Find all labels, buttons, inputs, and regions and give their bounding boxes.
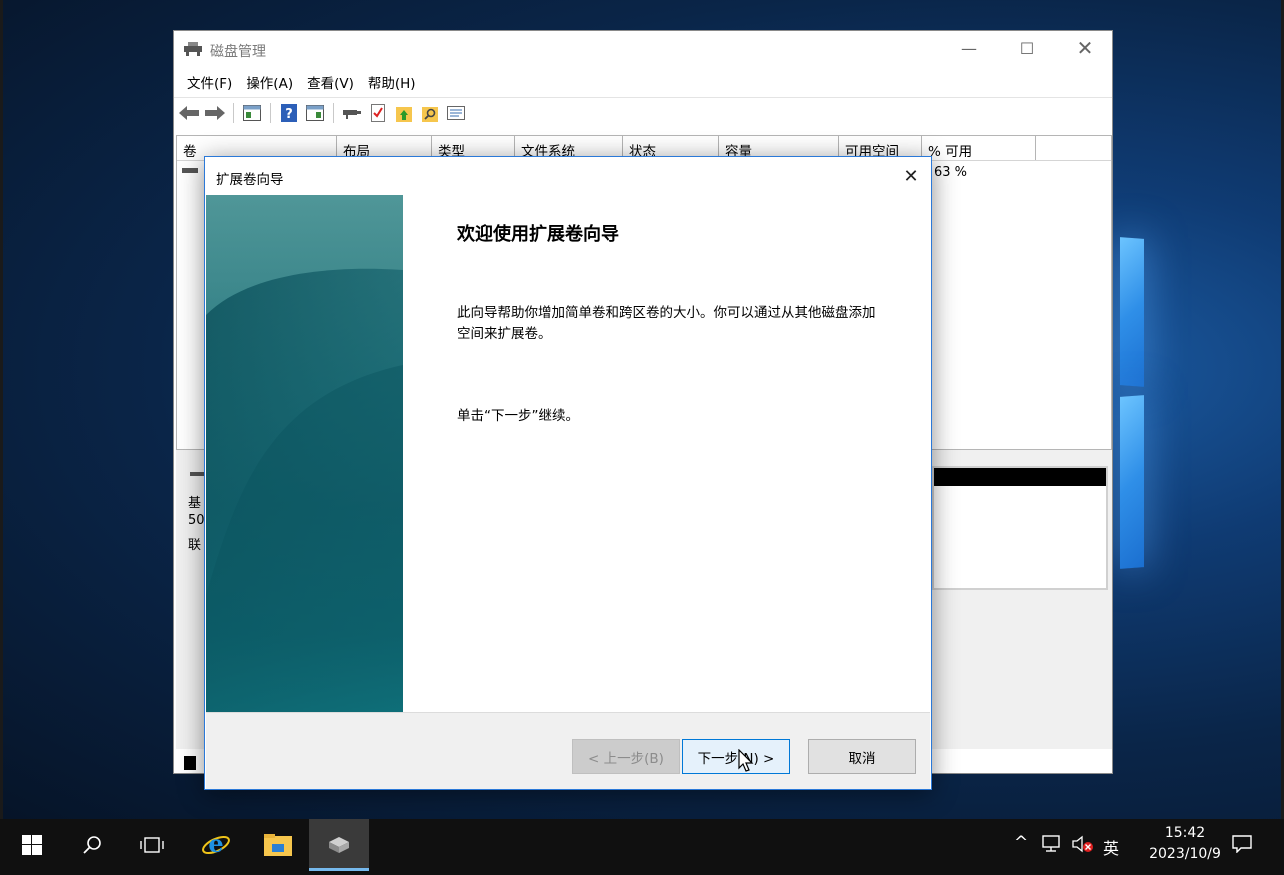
windows-logo-icon [22,835,42,855]
action-center-notification-icon[interactable] [1232,835,1252,858]
wizard-description: 此向导帮助你增加简单卷和跨区卷的大小。你可以通过从其他磁盘添加空间来扩展卷。 [457,305,876,342]
file-explorer-icon [264,834,292,856]
internet-explorer-icon: e [202,831,230,858]
back-button[interactable]: < 上一步(B) [572,739,680,774]
menu-view[interactable]: 查看(V) [300,72,361,92]
wizard-continue-text: 单击“下一步”继续。 [457,408,579,424]
help-icon[interactable]: ? [278,102,300,124]
close-button[interactable]: ✕ [1062,31,1108,65]
window-title: 磁盘管理 [210,44,266,60]
show-hidden-icons-chevron-up-icon[interactable]: ^ [1014,833,1028,853]
minimize-button[interactable]: — [946,31,992,65]
percent-free-value: 63 % [934,165,968,180]
maximize-button[interactable]: ☐ [1004,31,1050,65]
forward-arrow-icon[interactable] [204,102,226,124]
wizard-close-button[interactable]: ✕ [891,157,931,195]
window-titlebar[interactable]: 磁盘管理 — ☐ ✕ [174,31,1112,67]
toolbar: ? [174,97,1112,127]
wizard-banner [206,195,403,712]
disk-type-label: 基 [188,496,202,511]
clock-date: 2023/10/9 [1149,846,1221,862]
console-tree-icon[interactable] [241,102,263,124]
disk-management-icon [329,836,349,853]
action-pane-icon[interactable] [304,102,326,124]
menu-action[interactable]: 操作(A) [239,72,300,92]
legend-swatch [184,756,196,770]
mouse-cursor-icon [738,749,754,772]
start-button[interactable] [2,819,62,871]
banner-wave-graphic [206,195,403,712]
wizard-content: 欢迎使用扩展卷向导 此向导帮助你增加简单卷和跨区卷的大小。你可以通过从其他磁盘添… [403,195,931,712]
connect-disk-icon[interactable] [341,102,363,124]
svg-text:e: e [208,831,223,858]
taskbar-clock[interactable]: 15:42 2023/10/9 [1140,823,1230,865]
column-percent-free[interactable]: % 可用 [922,136,1036,160]
task-view-button[interactable] [122,819,182,871]
file-explorer-button[interactable] [248,819,308,871]
extend-volume-wizard: 扩展卷向导 ✕ 欢迎使用扩展卷向导 此向导帮助你增加简单卷和跨区卷的大小。你可以… [204,156,932,790]
disk-status-label: 联 [188,538,202,553]
back-arrow-icon[interactable] [178,102,200,124]
volume-muted-icon[interactable] [1072,835,1094,858]
disk-management-taskbar-button[interactable] [309,819,369,871]
cancel-button[interactable]: 取消 [808,739,916,774]
toolbar-separator [333,102,334,123]
windows-logo-top-pane [1120,237,1144,387]
volume-drive-icon [182,168,198,173]
wizard-title: 扩展卷向导 [216,172,284,188]
partition-header-strip [934,468,1106,486]
menu-help[interactable]: 帮助(H) [361,72,423,92]
toolbar-separator [270,102,271,123]
disk-management-icon [184,42,202,56]
partition-bar[interactable] [932,466,1108,590]
task-view-icon [140,837,164,853]
internet-explorer-button[interactable]: e [186,819,246,871]
taskbar: e ^ 英 15:42 2023/10/9 [0,819,1284,875]
network-icon[interactable] [1042,835,1062,858]
wizard-titlebar[interactable]: 扩展卷向导 ✕ [205,157,931,195]
menu-file[interactable]: 文件(F) [180,72,239,92]
next-button[interactable]: 下一步(N) > [682,739,790,774]
disk-size-label: 50 [188,513,205,528]
svg-text:?: ? [285,107,293,122]
clock-time: 15:42 [1164,825,1206,841]
menu-bar: 文件(F) 操作(A) 查看(V) 帮助(H) [174,67,1112,97]
windows-logo-bottom-pane [1120,395,1144,569]
wizard-footer: < 上一步(B) 下一步(N) > 取消 [206,712,930,789]
input-method-indicator[interactable]: 英 [1103,835,1119,859]
folder-up-icon[interactable] [393,102,415,124]
toolbar-separator [233,102,234,123]
search-icon [83,836,101,854]
wizard-heading: 欢迎使用扩展卷向导 [457,224,619,245]
checklist-icon[interactable] [367,102,389,124]
folder-search-icon[interactable] [419,102,441,124]
search-button[interactable] [62,819,122,871]
properties-icon[interactable] [445,102,467,124]
